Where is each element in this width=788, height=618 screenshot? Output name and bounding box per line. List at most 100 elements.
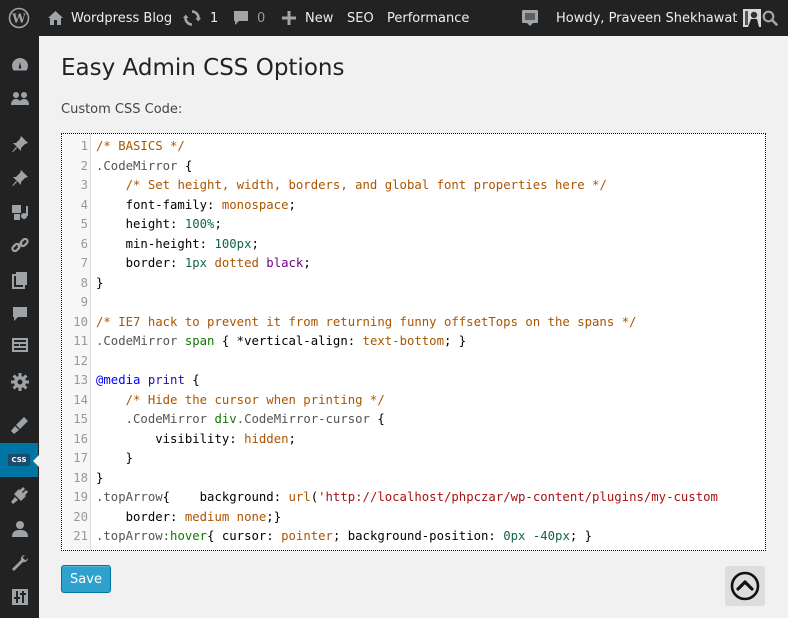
line-number: 15	[73, 412, 88, 426]
code-token: hidden	[244, 431, 289, 446]
forms-icon[interactable]	[0, 330, 39, 360]
code-token: black	[266, 256, 304, 270]
tools-wrench-icon[interactable]	[0, 548, 39, 578]
code-token: .CodeMirror	[125, 412, 208, 426]
home-icon	[47, 10, 64, 26]
code-text: /* Hide the cursor when printing */	[96, 391, 385, 411]
code-token: /* Set height, width, borders, and globa…	[125, 178, 607, 192]
code-token: {	[184, 373, 200, 387]
comments-icon[interactable]	[0, 299, 39, 329]
css-code-editor[interactable]: 1/* BASICS */2 .CodeMirror {3 /* Set heig…	[61, 133, 766, 551]
code-token: .CodeMirror	[96, 334, 178, 348]
custom-css-label: Custom CSS Code:	[61, 102, 183, 117]
code-token: ; }	[569, 529, 593, 543]
code-token: /* IE7 hack to prevent it from returning…	[96, 314, 637, 329]
code-token: }	[96, 275, 104, 290]
svg-text:W: W	[11, 12, 26, 26]
dashboard-icon[interactable]	[0, 50, 39, 80]
code-text: .CodeMirror {	[96, 157, 192, 177]
comments-link[interactable]: 0	[233, 0, 265, 36]
line-number: 18	[73, 470, 88, 485]
new-label: New	[305, 10, 334, 26]
code-token: { background:	[162, 490, 289, 504]
code-token: (	[310, 490, 319, 504]
site-name-link[interactable]: Wordpress Blog	[47, 0, 172, 36]
code-token: dotted	[214, 256, 259, 270]
pin-icon[interactable]	[0, 129, 39, 159]
pages-icon[interactable]	[0, 265, 39, 295]
code-token: /* Hide the cursor when printing */	[125, 392, 385, 407]
line-number: 10	[73, 314, 88, 329]
code-text: }	[96, 469, 103, 489]
posts-icon[interactable]	[0, 163, 39, 193]
media-icon[interactable]	[0, 197, 39, 227]
line-number: 17	[73, 451, 88, 465]
code-token: 0px	[503, 529, 526, 543]
users-icon[interactable]	[0, 514, 39, 544]
code-token: min-height:	[96, 236, 215, 251]
search-icon[interactable]	[762, 0, 778, 36]
code-token: { cursor:	[207, 529, 282, 543]
seo-link[interactable]: SEO	[347, 0, 374, 36]
refresh-icon	[183, 9, 201, 27]
code-token: ;	[303, 256, 311, 270]
links-icon[interactable]	[0, 230, 39, 260]
line-number: 1	[80, 139, 88, 153]
line-number: 14	[73, 392, 88, 407]
line-number: 8	[80, 275, 88, 290]
code-token: .topArrow	[96, 529, 163, 543]
community-icon[interactable]	[0, 83, 39, 113]
css-icon[interactable]: CSS	[0, 443, 39, 477]
notification-icon[interactable]	[521, 0, 539, 36]
my-account-link[interactable]: Howdy, Praveen Shekhawat	[556, 0, 762, 36]
page-title: Easy Admin CSS Options	[61, 55, 345, 81]
performance-link[interactable]: Performance	[387, 0, 469, 36]
comment-icon	[233, 10, 249, 26]
admin-side-menu: CSS	[0, 36, 39, 618]
appearance-icon[interactable]	[0, 410, 39, 440]
wordpress-logo-icon[interactable]: W	[8, 0, 30, 36]
code-text: border: 1px dotted black;	[96, 254, 311, 274]
site-name-label: Wordpress Blog	[71, 10, 173, 26]
code-token: ;	[251, 236, 259, 251]
settings-gear-icon[interactable]	[0, 367, 39, 397]
code-token: border:	[96, 256, 185, 270]
code-token: 100%	[184, 217, 215, 231]
code-token: none	[236, 509, 267, 524]
code-token: }	[96, 470, 104, 485]
line-number: 20	[73, 509, 88, 524]
code-text: min-height: 100px;	[96, 235, 259, 255]
admin-bar: W Wordpress Blog 1 0 New SEO Performance…	[0, 0, 788, 36]
code-token: @media	[96, 373, 141, 387]
line-number: 12	[73, 353, 88, 368]
save-button[interactable]: Save	[61, 565, 111, 593]
code-text: .CodeMirror div.CodeMirror-cursor {	[96, 410, 385, 430]
code-token: { *vertical-align:	[214, 334, 363, 348]
code-text: font-family: monospace;	[96, 196, 296, 216]
performance-label: Performance	[387, 10, 470, 26]
code-token: font-family:	[96, 197, 222, 212]
code-token: ;	[214, 217, 222, 231]
plugins-icon[interactable]	[0, 480, 39, 510]
settings-sliders-icon[interactable]	[0, 582, 39, 612]
code-token: -40px	[532, 529, 570, 543]
updates-link[interactable]: 1	[183, 0, 218, 36]
arrow-up-circle-icon	[730, 571, 760, 601]
code-token: ;	[288, 431, 296, 446]
code-token: 100px	[214, 236, 252, 251]
code-text: border: medium none;}	[96, 508, 282, 528]
updates-count: 1	[210, 10, 219, 26]
back-to-top-button[interactable]	[725, 566, 765, 606]
new-content-link[interactable]: New	[282, 0, 333, 36]
code-token: 1px	[184, 256, 208, 270]
howdy-label: Howdy, Praveen Shekhawat	[556, 10, 738, 26]
code-token: monospace	[221, 197, 289, 212]
code-token: :hover	[162, 529, 208, 543]
code-text: }	[96, 274, 103, 294]
code-text: visibility: hidden;	[96, 430, 296, 450]
code-token: }	[96, 451, 134, 465]
